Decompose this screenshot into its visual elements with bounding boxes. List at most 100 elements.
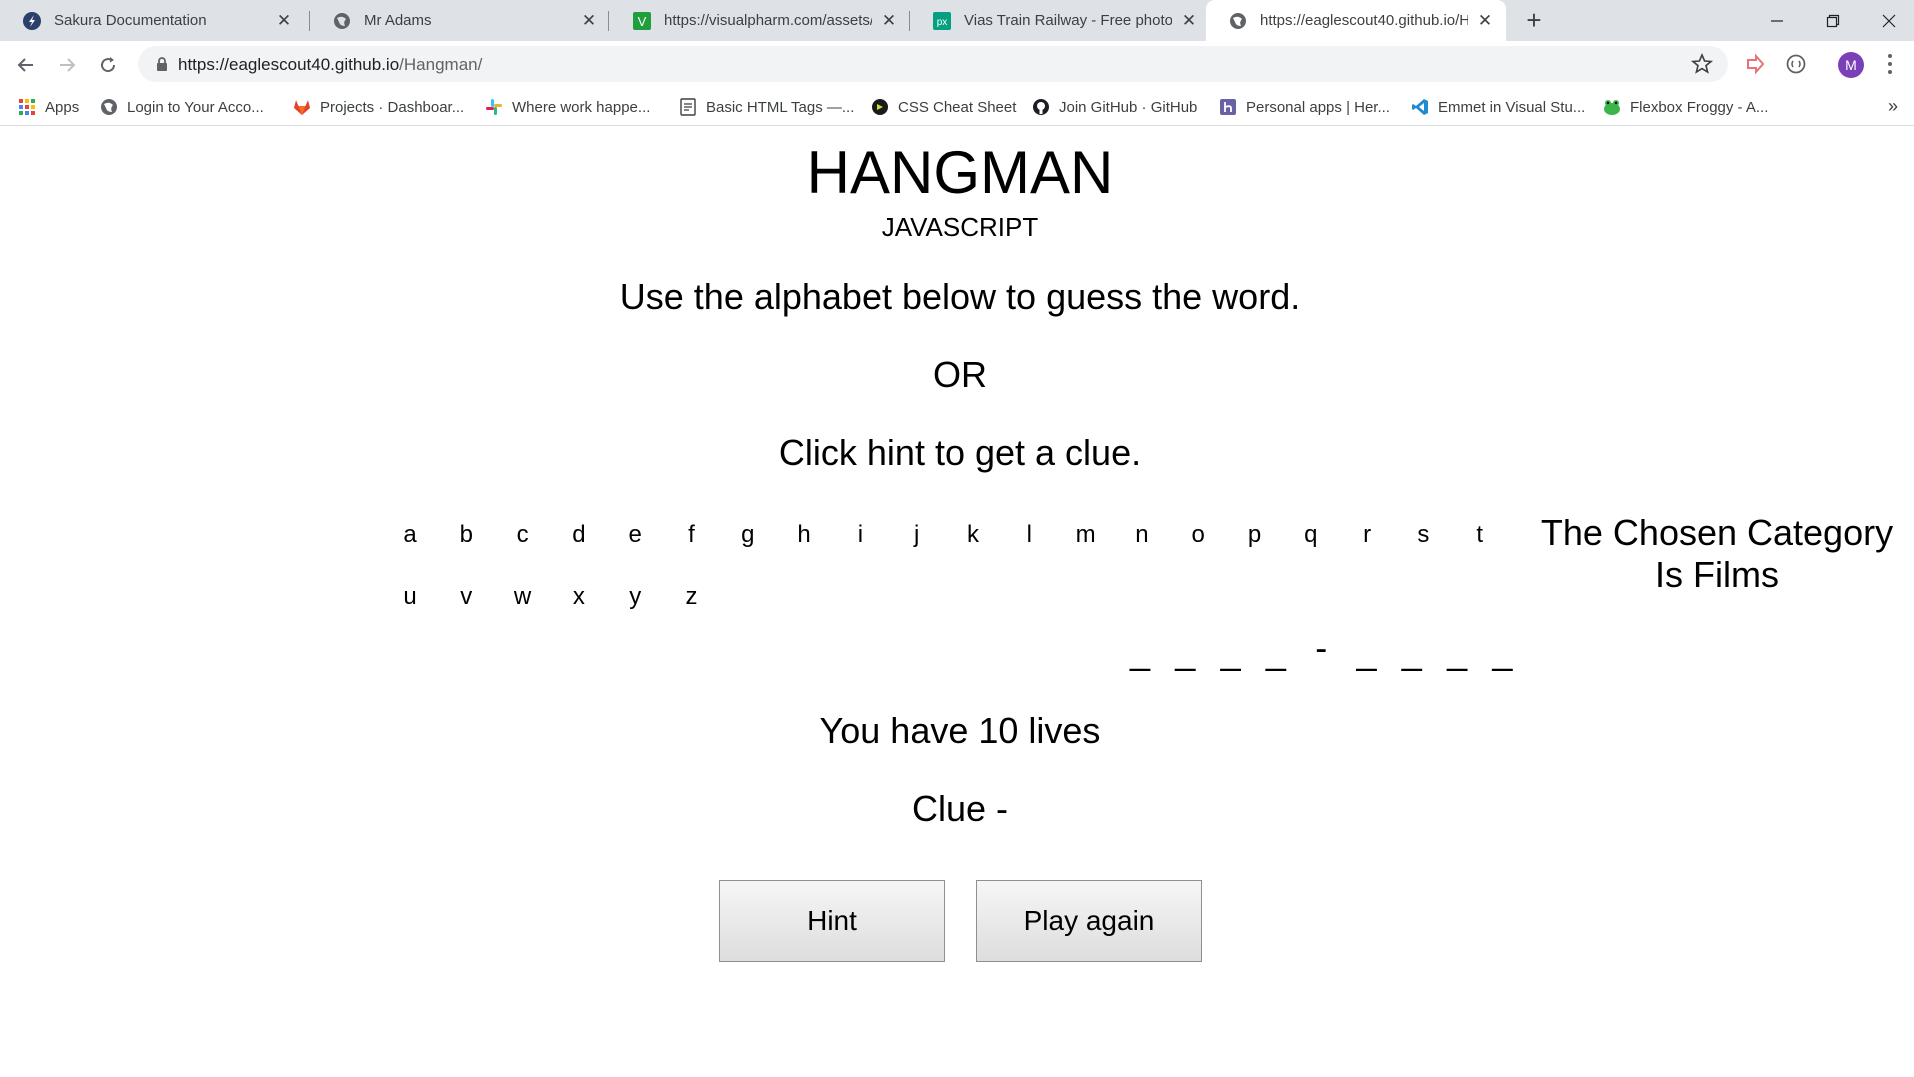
letter-j[interactable]: j bbox=[889, 515, 945, 555]
bookmark-basic-html-tags[interactable]: Basic HTML Tags —... bbox=[679, 96, 854, 118]
word-letter-slot: _ bbox=[1220, 631, 1241, 672]
lives-counter: You have 10 lives bbox=[819, 710, 1101, 751]
bookmark-login[interactable]: Login to Your Acco... bbox=[100, 96, 264, 118]
letter-v[interactable]: v bbox=[438, 577, 494, 617]
browser-menu-icon[interactable] bbox=[1880, 50, 1900, 78]
word-letter-slot: _ bbox=[1401, 631, 1422, 672]
bookmarks-overflow-button[interactable]: » bbox=[1888, 96, 1898, 117]
reload-icon bbox=[101, 57, 116, 73]
bookmark-label: Join GitHub · GitHub bbox=[1059, 98, 1198, 116]
word-letter-slot: _ bbox=[1492, 631, 1513, 672]
bookmark-heroku[interactable]: Personal apps | Her... bbox=[1219, 96, 1390, 118]
bookmark-github[interactable]: Join GitHub · GitHub bbox=[1032, 96, 1197, 118]
profile-avatar[interactable]: M bbox=[1838, 52, 1864, 78]
frog-icon bbox=[1603, 98, 1621, 116]
letter-u[interactable]: u bbox=[382, 577, 438, 617]
bookmark-label: Emmet in Visual Stu... bbox=[1438, 98, 1586, 116]
bookmark-slack[interactable]: Where work happe... bbox=[485, 96, 650, 118]
instruction-hint: Click hint to get a clue. bbox=[778, 432, 1142, 473]
new-tab-button[interactable]: + bbox=[1519, 5, 1549, 35]
tab-title: Sakura Documentation bbox=[54, 12, 207, 29]
arrow-left-icon bbox=[17, 58, 33, 72]
forward-button[interactable] bbox=[51, 49, 83, 81]
tab-visualpharm[interactable]: V https://visualpharm.com/assets/ ✕ bbox=[610, 0, 910, 41]
bookmark-star-icon[interactable] bbox=[1690, 52, 1714, 76]
letter-z[interactable]: z bbox=[664, 577, 720, 617]
tab-title: https://eaglescout40.github.io/H bbox=[1260, 12, 1468, 29]
close-icon[interactable]: ✕ bbox=[1180, 11, 1198, 30]
letter-d[interactable]: d bbox=[551, 515, 607, 555]
bookmark-gitlab-projects[interactable]: Projects · Dashboar... bbox=[293, 96, 464, 118]
letter-b[interactable]: b bbox=[438, 515, 494, 555]
letter-y[interactable]: y bbox=[607, 577, 663, 617]
letter-i[interactable]: i bbox=[832, 515, 888, 555]
letter-m[interactable]: m bbox=[1058, 515, 1114, 555]
close-icon[interactable]: ✕ bbox=[880, 11, 898, 30]
close-icon[interactable]: ✕ bbox=[580, 11, 598, 30]
globe-icon bbox=[100, 98, 118, 116]
back-button[interactable] bbox=[10, 49, 42, 81]
close-icon[interactable]: ✕ bbox=[1476, 11, 1494, 30]
slack-icon bbox=[485, 98, 503, 116]
bookmark-css-cheat-sheet[interactable]: CSS Cheat Sheet bbox=[871, 96, 1016, 118]
letter-g[interactable]: g bbox=[720, 515, 776, 555]
letter-a[interactable]: a bbox=[382, 515, 438, 555]
tab-separator bbox=[608, 11, 609, 31]
letter-t[interactable]: t bbox=[1452, 515, 1508, 555]
letter-n[interactable]: n bbox=[1114, 515, 1170, 555]
address-bar[interactable]: https://eaglescout40.github.io/Hangman/ bbox=[138, 46, 1728, 82]
word-letter-slot: _ bbox=[1129, 631, 1151, 672]
letter-s[interactable]: s bbox=[1395, 515, 1451, 555]
tab-title: https://visualpharm.com/assets/ bbox=[664, 12, 872, 29]
globe-icon bbox=[1228, 11, 1248, 31]
extension-share-icon[interactable] bbox=[1741, 50, 1769, 78]
letter-c[interactable]: c bbox=[495, 515, 551, 555]
letter-l[interactable]: l bbox=[1001, 515, 1057, 555]
tab-eaglescout-hangman[interactable]: https://eaglescout40.github.io/H ✕ bbox=[1206, 0, 1506, 41]
bookmark-emmet-vscode[interactable]: Emmet in Visual Stu... bbox=[1411, 96, 1585, 118]
page-subtitle: JAVASCRIPT bbox=[881, 212, 1039, 242]
close-icon[interactable]: ✕ bbox=[275, 11, 293, 30]
bookmark-apps[interactable]: Apps bbox=[18, 96, 79, 118]
reload-button[interactable] bbox=[92, 49, 124, 81]
tab-mr-adams[interactable]: Mr Adams ✕ bbox=[310, 0, 610, 41]
word-letter-slot: _ bbox=[1175, 631, 1196, 672]
hint-button[interactable]: Hint bbox=[719, 880, 945, 962]
letter-r[interactable]: r bbox=[1339, 515, 1395, 555]
letter-f[interactable]: f bbox=[664, 515, 720, 555]
instruction-or: OR bbox=[933, 354, 987, 395]
extension-icon[interactable] bbox=[1782, 50, 1810, 78]
letter-k[interactable]: k bbox=[945, 515, 1001, 555]
letter-o[interactable]: o bbox=[1170, 515, 1226, 555]
url-text[interactable]: https://eaglescout40.github.io/Hangman/ bbox=[178, 55, 482, 75]
bookmark-label: Basic HTML Tags —... bbox=[706, 98, 855, 116]
heroku-icon bbox=[1219, 98, 1237, 116]
vscode-icon bbox=[1411, 98, 1429, 116]
close-window-button[interactable] bbox=[1861, 0, 1914, 41]
letter-q[interactable]: q bbox=[1283, 515, 1339, 555]
gitlab-icon bbox=[293, 98, 311, 116]
word-letter-slot: _ bbox=[1265, 631, 1286, 672]
document-icon bbox=[679, 98, 697, 116]
tab-sakura-documentation[interactable]: Sakura Documentation ✕ bbox=[0, 0, 305, 41]
lock-icon[interactable] bbox=[154, 56, 170, 72]
letter-e[interactable]: e bbox=[607, 515, 663, 555]
sakura-icon bbox=[22, 11, 42, 31]
clue-text: Clue - bbox=[911, 788, 1009, 829]
word-hyphen: - bbox=[1315, 627, 1328, 668]
bookmark-flexbox-froggy[interactable]: Flexbox Froggy - A... bbox=[1603, 96, 1768, 118]
minimize-button[interactable] bbox=[1749, 0, 1805, 41]
tab-vias-train-railway[interactable]: px Vias Train Railway - Free photo o ✕ bbox=[910, 0, 1210, 41]
minimize-icon bbox=[1771, 19, 1783, 22]
restore-icon bbox=[1826, 14, 1840, 27]
restore-button[interactable] bbox=[1805, 0, 1861, 41]
pexels-icon: px bbox=[932, 11, 952, 31]
letter-w[interactable]: w bbox=[495, 577, 551, 617]
play-again-button[interactable]: Play again bbox=[976, 880, 1202, 962]
browser-toolbar: https://eaglescout40.github.io/Hangman/ … bbox=[0, 41, 1914, 88]
arrow-right-icon bbox=[60, 58, 76, 72]
letter-p[interactable]: p bbox=[1227, 515, 1283, 555]
letter-x[interactable]: x bbox=[551, 577, 607, 617]
word-letter-slot: _ bbox=[1447, 631, 1468, 672]
letter-h[interactable]: h bbox=[776, 515, 832, 555]
